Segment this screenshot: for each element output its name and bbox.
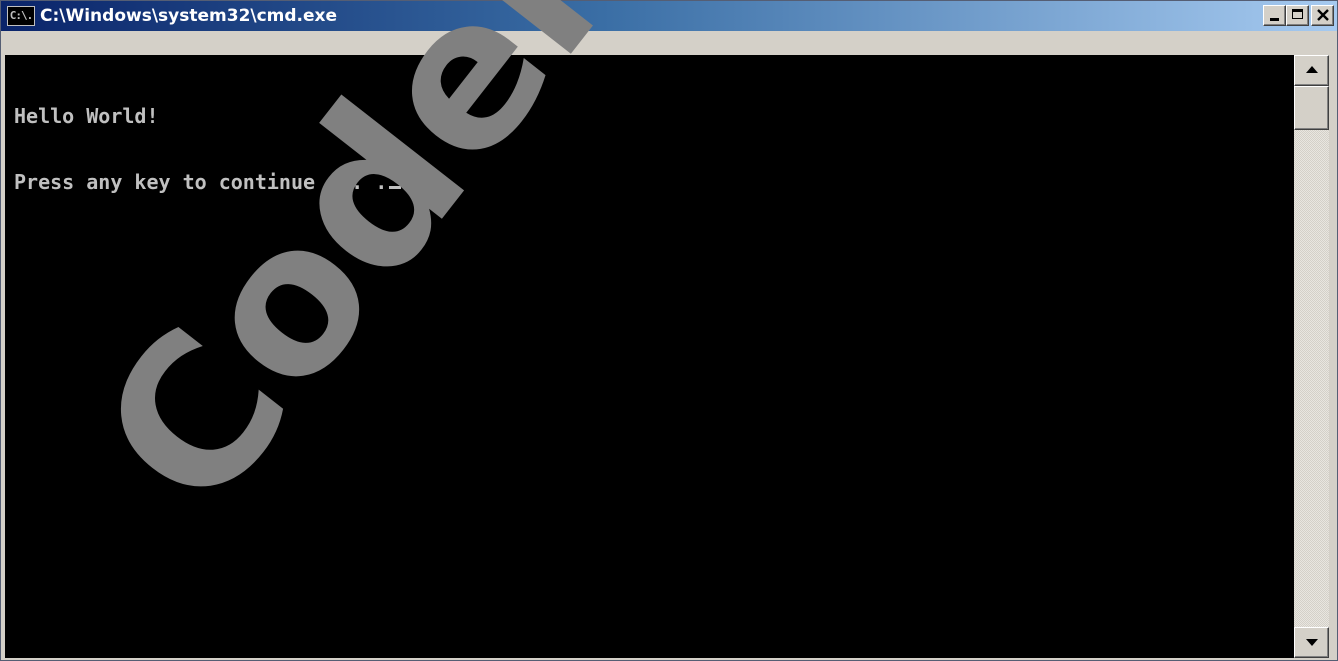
arrow-up-icon <box>1306 66 1318 73</box>
scroll-thumb[interactable] <box>1294 86 1329 130</box>
arrow-down-icon <box>1306 639 1318 646</box>
minimize-button[interactable] <box>1263 5 1286 26</box>
console-line-text: Press any key to continue . . . <box>14 170 388 194</box>
window-frame-top <box>1 31 1337 55</box>
window-frame-right <box>1329 31 1337 660</box>
cmd-icon[interactable]: C:\. <box>7 6 35 26</box>
console-text: Hello World! Press any key to continue .… <box>14 61 402 237</box>
vertical-scrollbar[interactable] <box>1294 55 1329 658</box>
maximize-button[interactable] <box>1286 5 1309 26</box>
console-output[interactable]: Hello World! Press any key to continue .… <box>5 55 1294 658</box>
caption-buttons <box>1263 5 1334 26</box>
console-line: Hello World! <box>14 104 159 128</box>
maximize-icon <box>1292 9 1303 19</box>
close-icon <box>1317 9 1329 21</box>
console-line: Press any key to continue . . . <box>14 170 402 194</box>
title-bar[interactable]: C:\. C:\Windows\system32\cmd.exe <box>1 1 1337 31</box>
window-title: C:\Windows\system32\cmd.exe <box>40 6 338 26</box>
minimize-icon <box>1270 18 1279 21</box>
scroll-up-button[interactable] <box>1294 55 1329 86</box>
text-cursor <box>389 186 402 189</box>
scroll-down-button[interactable] <box>1294 627 1329 658</box>
cmd-window: C:\. C:\Windows\system32\cmd.exe Hello W… <box>0 0 1338 661</box>
close-button[interactable] <box>1311 5 1334 26</box>
